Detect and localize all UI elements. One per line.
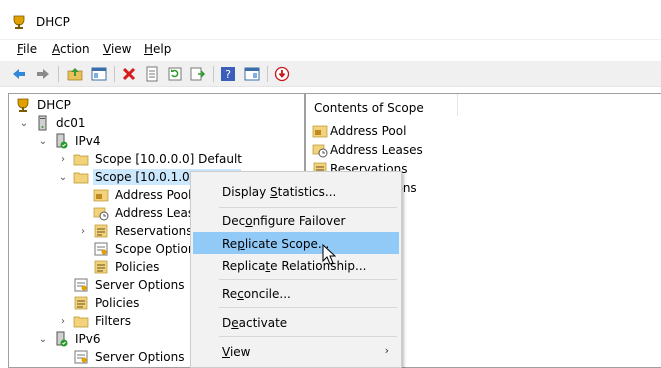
tree-node-address-pool[interactable]: Address Pool [93, 186, 193, 204]
ipv6-icon [53, 331, 69, 347]
chevron-right-icon[interactable]: › [57, 153, 69, 165]
menu-item-replicate-scope[interactable]: Replicate Scope... [193, 232, 399, 254]
tree-node-server-options[interactable]: Server Options [73, 276, 186, 294]
submenu-arrow-icon: › [384, 344, 389, 357]
chevron-down-icon[interactable]: ⌄ [37, 135, 49, 147]
policies-icon [93, 259, 109, 275]
context-menu: Display Statistics... Deconfigure Failov… [190, 171, 402, 368]
menu-separator [219, 207, 397, 208]
title-bar: DHCP [0, 0, 661, 40]
column-header[interactable]: Contents of Scope [306, 94, 458, 116]
folder-icon [73, 151, 89, 167]
toolbar-separator [58, 66, 59, 82]
menu-item-deactivate[interactable]: Deactivate [193, 311, 399, 333]
deactivate-icon[interactable] [273, 65, 291, 83]
address-pool-icon [93, 187, 109, 203]
tree-node-reservations[interactable]: › Reservations [77, 222, 194, 240]
show-hide-action-pane-icon[interactable] [243, 65, 261, 83]
list-item[interactable]: Address Pool [312, 122, 406, 140]
toolbar-separator [114, 66, 115, 82]
tree-node-dhcp[interactable]: DHCP [15, 96, 73, 114]
window-title: DHCP [36, 15, 70, 29]
export-list-icon[interactable] [189, 65, 207, 83]
address-leases-icon [93, 205, 109, 221]
tree-node-filters[interactable]: › Filters [57, 312, 133, 330]
menu-action[interactable]: Action [52, 42, 90, 56]
reservations-icon [93, 223, 109, 239]
toolbar: ? [0, 61, 661, 87]
help-icon[interactable]: ? [219, 65, 237, 83]
server-icon [34, 115, 50, 131]
menu-item-deconfigure-failover[interactable]: Deconfigure Failover [193, 209, 399, 231]
tree-node-scope-options[interactable]: Scope Options [93, 240, 204, 258]
dhcp-icon [15, 97, 31, 113]
tree-node-ipv6[interactable]: ⌄ IPv6 [37, 330, 103, 348]
chevron-right-icon[interactable]: › [57, 315, 69, 327]
server-options-icon [73, 349, 89, 365]
menu-view[interactable]: View [103, 42, 131, 56]
address-pool-icon [312, 123, 328, 139]
chevron-down-icon[interactable]: ⌄ [18, 117, 30, 129]
mouse-cursor-icon [322, 244, 336, 265]
properties-icon[interactable] [143, 65, 161, 83]
menu-separator [219, 307, 397, 308]
server-options-icon [73, 277, 89, 293]
scope-options-icon [93, 241, 109, 257]
show-hide-tree-icon[interactable] [90, 65, 108, 83]
toolbar-separator [267, 66, 268, 82]
tree-node-dc01[interactable]: ⌄ dc01 [18, 114, 87, 132]
policies-icon [73, 295, 89, 311]
chevron-down-icon[interactable]: ⌄ [57, 171, 69, 183]
tree-node-policies[interactable]: Policies [73, 294, 141, 312]
dhcp-app-icon [13, 15, 25, 29]
chevron-down-icon[interactable]: ⌄ [37, 333, 49, 345]
menu-help[interactable]: Help [144, 42, 171, 56]
up-folder-icon[interactable] [66, 65, 84, 83]
menu-item-display-statistics[interactable]: Display Statistics... [193, 180, 399, 202]
list-item[interactable]: Address Leases [312, 141, 423, 159]
menu-item-reconcile[interactable]: Reconcile... [193, 282, 399, 304]
menu-file[interactable]: File [17, 42, 37, 56]
folder-icon [73, 169, 89, 185]
menu-item-view[interactable]: View › [193, 340, 399, 362]
menu-bar: File Action View Help [0, 40, 661, 60]
toolbar-separator [213, 66, 214, 82]
tree-node-ipv4[interactable]: ⌄ IPv4 [37, 132, 103, 150]
ipv4-icon [53, 133, 69, 149]
forward-arrow-icon[interactable] [34, 65, 52, 83]
menu-separator [219, 336, 397, 337]
svg-text:?: ? [225, 68, 231, 81]
refresh-icon[interactable] [166, 65, 184, 83]
menu-item-replicate-relationship[interactable]: Replicate Relationship... [193, 254, 399, 276]
menu-separator [219, 279, 397, 280]
tree-node-server-options-v6[interactable]: Server Options [73, 348, 186, 366]
back-arrow-icon[interactable] [10, 65, 28, 83]
filters-icon [73, 313, 89, 329]
tree-node-scope-default[interactable]: › Scope [10.0.0.0] Default [57, 150, 244, 168]
chevron-right-icon[interactable]: › [77, 225, 89, 237]
tree-node-policies-child[interactable]: Policies [93, 258, 161, 276]
address-leases-icon [312, 142, 328, 158]
delete-icon[interactable] [120, 65, 138, 83]
